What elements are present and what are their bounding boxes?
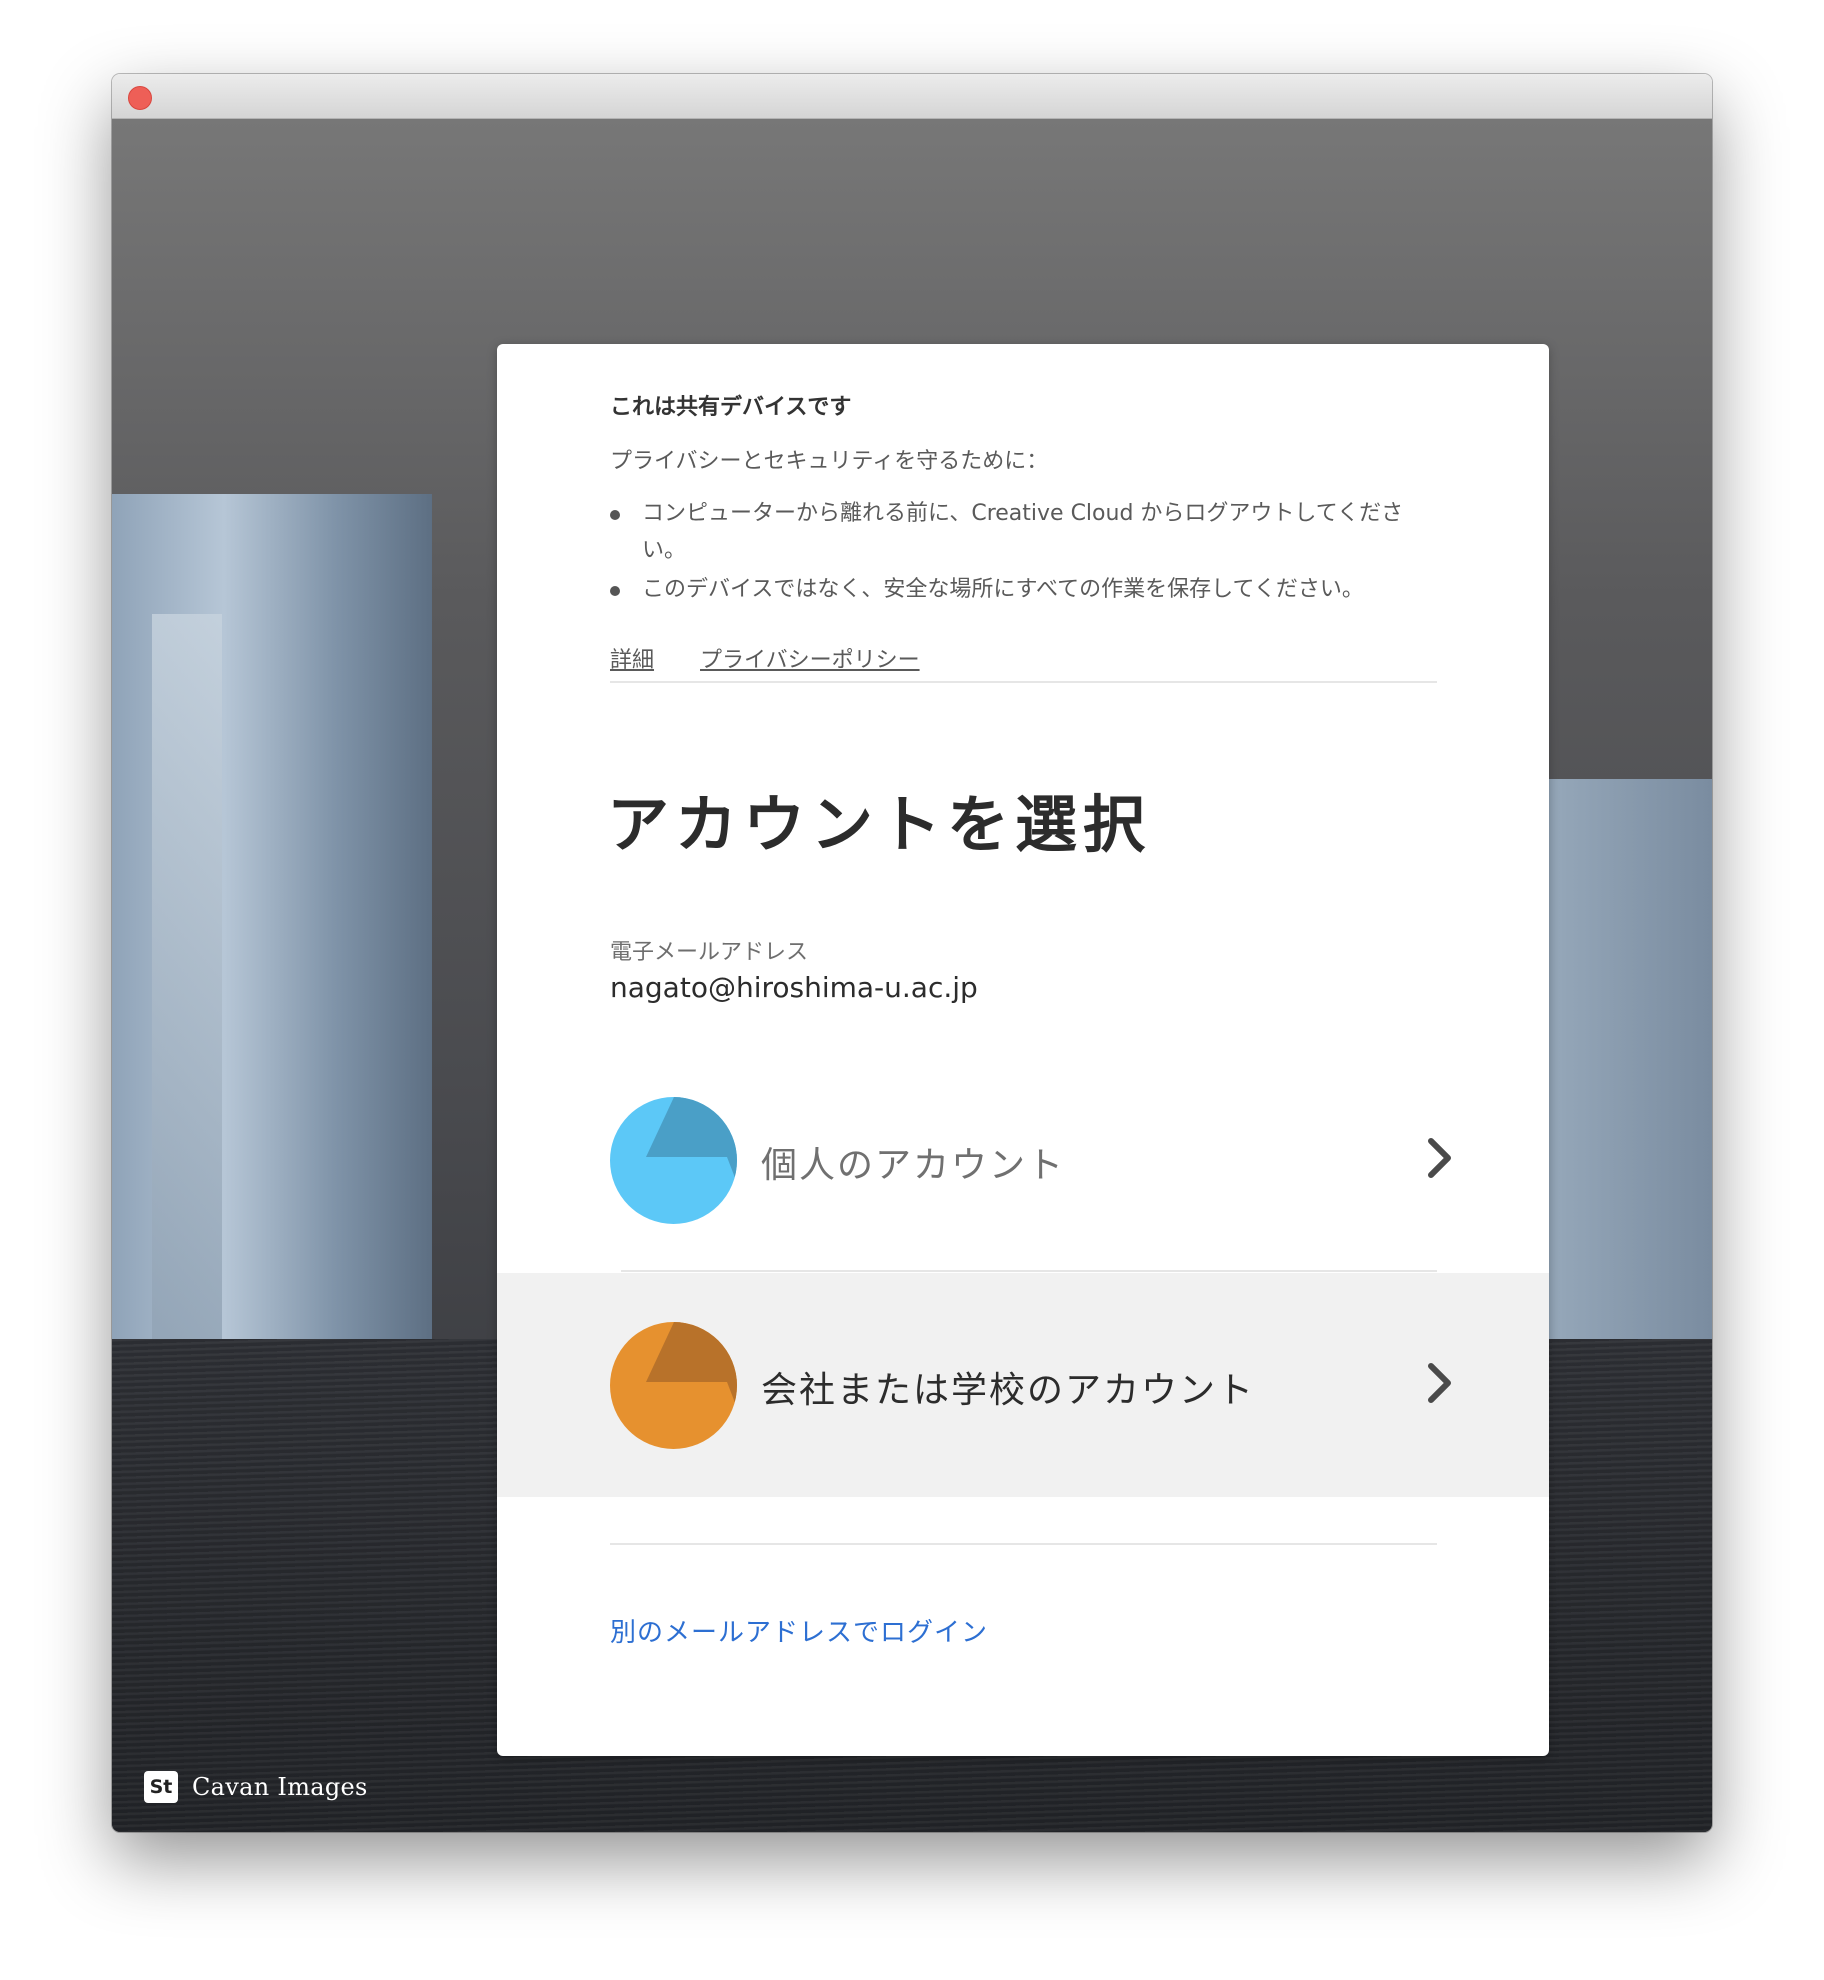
notice-links: 詳細 プライバシーポリシー	[610, 642, 1440, 674]
notice-bullet: コンピューターから離れる前に、Creative Cloud からログアウトしてく…	[610, 495, 1440, 569]
page-title: アカウントを選択	[607, 788, 1152, 861]
shared-device-notice: これは共有デバイスです プライバシーとセキュリティを守るために： コンピューター…	[610, 389, 1440, 674]
personal-account-label: 個人のアカウント	[761, 1145, 1066, 1186]
email-label: 電子メールアドレス	[610, 940, 809, 965]
photo-credit-text: Cavan Images	[192, 1773, 368, 1801]
photo-credit: St Cavan Images	[144, 1771, 368, 1803]
notice-intro: プライバシーとセキュリティを守るために：	[610, 449, 1049, 474]
work-school-account-option[interactable]: 会社または学校のアカウント	[497, 1273, 1549, 1497]
details-link[interactable]: 詳細	[610, 642, 654, 674]
chevron-right-icon	[1428, 1363, 1451, 1403]
account-select-card: これは共有デバイスです プライバシーとセキュリティを守るために： コンピューター…	[497, 344, 1549, 1756]
personal-account-avatar-icon	[610, 1097, 737, 1224]
title-bar	[112, 74, 1712, 119]
divider	[621, 1270, 1437, 1272]
chevron-right-icon	[1428, 1138, 1451, 1178]
work-account-label: 会社または学校のアカウント	[761, 1370, 1256, 1411]
iceberg-left	[112, 494, 432, 1414]
privacy-policy-link[interactable]: プライバシーポリシー	[700, 642, 920, 674]
adobe-stock-icon: St	[144, 1771, 178, 1803]
window-close-button[interactable]	[128, 86, 152, 110]
notice-title: これは共有デバイスです	[610, 395, 852, 420]
notice-bullet: このデバイスではなく、安全な場所にすべての作業を保存してください。	[610, 571, 1440, 608]
divider	[610, 681, 1437, 683]
personal-account-option[interactable]: 個人のアカウント	[497, 1048, 1549, 1272]
work-account-avatar-icon	[610, 1322, 737, 1449]
email-value: nagato@hiroshima-u.ac.jp	[610, 971, 978, 1004]
app-window: St Cavan Images これは共有デバイスです プライバシーとセキュリテ…	[112, 74, 1712, 1832]
divider	[610, 1543, 1437, 1545]
notice-bullet-list: コンピューターから離れる前に、Creative Cloud からログアウトしてく…	[610, 495, 1440, 608]
login-other-email-link[interactable]: 別のメールアドレスでログイン	[610, 1612, 988, 1649]
